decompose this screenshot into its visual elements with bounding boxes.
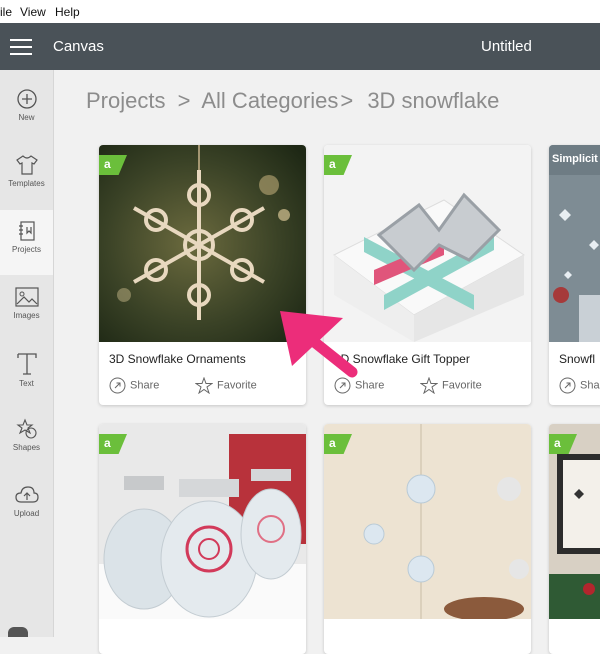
star-icon (419, 376, 439, 395)
tshirt-icon (15, 155, 38, 175)
favorite-label: Favorite (442, 379, 482, 392)
top-bar: Canvas Untitled (0, 23, 600, 70)
share-button[interactable]: Sha (559, 377, 600, 394)
sidebar-item-label: Shapes (12, 443, 41, 452)
menu-help[interactable]: Help (55, 5, 80, 19)
sidebar-item-templates[interactable]: Templates (0, 144, 53, 209)
image-icon (14, 287, 39, 307)
project-thumbnail (324, 145, 531, 342)
project-card[interactable]: a (99, 424, 306, 654)
share-label: Share (130, 379, 160, 392)
share-icon (559, 377, 576, 394)
project-title: 3D Snowflake Ornaments (109, 352, 246, 366)
share-icon (334, 377, 351, 394)
plus-circle-icon (16, 89, 37, 109)
sidebar-item-shapes[interactable]: Shapes (0, 408, 53, 473)
project-thumbnail (324, 424, 531, 619)
menu-view[interactable]: View (20, 5, 46, 19)
cloud-upload-icon (14, 486, 39, 503)
share-button[interactable]: Share (109, 377, 159, 394)
favorite-button[interactable]: Favorite (419, 376, 482, 395)
favorite-label: Favorite (217, 379, 257, 392)
breadcrumb-projects[interactable]: Projects (86, 88, 165, 113)
projects-icon (18, 221, 35, 241)
share-label: Share (355, 379, 385, 392)
sidebar-item-label: Images (13, 311, 40, 320)
project-card[interactable]: Simplicit Snowfl Sha (549, 145, 600, 405)
app-title: Canvas (53, 38, 104, 55)
sidebar-item-label: Templates (8, 179, 45, 188)
favorite-button[interactable]: Favorite (194, 376, 257, 395)
star-icon (194, 376, 214, 395)
document-title[interactable]: Untitled (481, 38, 532, 55)
sidebar-item-images[interactable]: Images (0, 276, 53, 341)
project-title: Snowfl (559, 352, 596, 366)
sidebar-item-label: New (18, 113, 35, 122)
shapes-icon (15, 418, 37, 439)
sidebar-item-label: Upload (13, 509, 40, 518)
breadcrumb: Projects > All Categories> 3D snowflake (86, 88, 499, 114)
sidebar-item-new[interactable]: New (0, 78, 53, 143)
project-card[interactable]: a 3D Snowflake Ornaments Share Favorite (99, 145, 306, 405)
project-thumbnail (549, 145, 600, 342)
text-t-icon (16, 353, 37, 375)
project-thumbnail (99, 145, 306, 342)
brand-badge: Simplicit (552, 153, 598, 165)
project-card[interactable]: a 3D Snowflake Gift Topper Share Favorit… (324, 145, 531, 405)
share-button[interactable]: Share (334, 377, 384, 394)
hamburger-menu-icon[interactable] (10, 39, 32, 55)
menu-bar: ile View Help (0, 0, 600, 23)
sidebar-item-text[interactable]: Text (0, 342, 53, 407)
breadcrumb-separator: > (177, 88, 191, 113)
menu-file[interactable]: ile (0, 5, 12, 19)
share-icon (109, 377, 126, 394)
sidebar-item-label: Projects (12, 245, 41, 254)
share-label: Sha (580, 379, 600, 392)
breadcrumb-all-categories[interactable]: All Categories (201, 88, 338, 113)
sidebar-item-upload[interactable]: Upload (0, 474, 53, 539)
breadcrumb-current: 3D snowflake (367, 88, 500, 113)
project-title: 3D Snowflake Gift Topper (334, 352, 470, 366)
sidebar-scroll-handle[interactable] (8, 627, 28, 637)
project-card[interactable]: a (324, 424, 531, 654)
sidebar: New Templates Projects Images Text Shape… (0, 70, 54, 637)
breadcrumb-separator: > (340, 88, 354, 113)
sidebar-item-projects[interactable]: Projects (0, 210, 53, 275)
project-card[interactable]: a (549, 424, 600, 654)
project-thumbnail (99, 424, 306, 619)
sidebar-item-label: Text (19, 379, 34, 388)
